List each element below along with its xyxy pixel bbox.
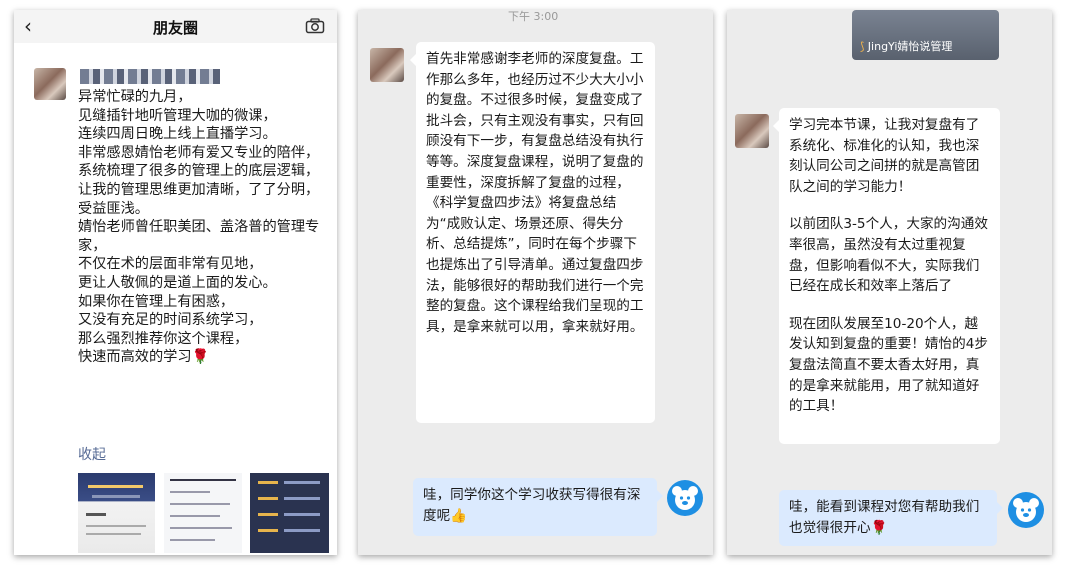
card-caption: ⟆ JingYi婧怡说管理	[860, 38, 952, 54]
post-line: 异常忙碌的九月，	[78, 89, 192, 105]
chat-panel-right: ⟆ JingYi婧怡说管理 学习完本节课，让我对复盘有了系统化、标准化的认知，我…	[727, 10, 1052, 555]
post-line: 不仅在术的层面非常有见地，	[78, 256, 263, 273]
post-line: 更让人敬佩的是道上面的发心。	[78, 274, 277, 291]
post-line: 见缝插针地听管理大咖的微课，	[78, 107, 277, 124]
post-line: 连续四周日晚上线上直播学习。	[78, 126, 277, 143]
collapse-link[interactable]: 收起	[78, 444, 106, 464]
post-line: 受益匪浅。	[78, 200, 149, 217]
moments-top-bar: ‹ 朋友圈	[14, 10, 337, 43]
reply-message-bubble: 哇，能看到课程对您有帮助我们也觉得很开心🌹	[779, 490, 1003, 546]
post-image-2[interactable]	[164, 473, 242, 553]
card-caption-text: JingYi婧怡说管理	[867, 40, 953, 53]
chat-panel-middle: 下午 3:00 首先非常感谢李老师的深度复盘。工作那么多年，也经历过不少大大小小…	[358, 10, 713, 555]
author-name-blurred[interactable]	[80, 69, 220, 84]
post-line: 非常感恩婧怡老师有爱又专业的陪伴，	[78, 144, 320, 161]
post-text: 异常忙碌的九月， 见缝插针地听管理大咖的微课， 连续四周日晚上线上直播学习。 非常感恩…	[78, 88, 330, 367]
post-line: 如果你在管理上有困惑，	[78, 293, 235, 310]
post-image-1[interactable]	[78, 473, 155, 553]
brand-logo-icon: ⟆	[860, 40, 865, 53]
page-title: 朋友圈	[152, 19, 198, 37]
student-message-bubble: 首先非常感谢李老师的深度复盘。工作那么多年，也经历过不少大大小小的复盘。不过很多…	[410, 42, 655, 423]
student-avatar[interactable]	[735, 114, 769, 148]
post-line: 又没有充足的时间系统学习，	[78, 312, 263, 329]
shared-video-card[interactable]: ⟆ JingYi婧怡说管理	[852, 10, 999, 60]
post-line: 快速而高效的学习🌹	[78, 349, 210, 366]
post-image-3[interactable]	[250, 473, 329, 553]
student-avatar[interactable]	[370, 48, 404, 82]
reply-message-bubble: 哇，同学你这个学习收获写得很有深度呢👍	[413, 478, 663, 536]
bear-avatar-icon[interactable]	[667, 480, 703, 516]
student-message-bubble: 学习完本节课，让我对复盘有了系统化、标准化的认知，我也深刻认同公司之间拼的就是高…	[773, 108, 1000, 444]
message-paragraph: 以前团队3-5个人，大家的沟通效率很高，虽然没有太过重视复盘，但影响看似不大，实…	[789, 216, 988, 295]
message-paragraph: 现在团队发展至10-20个人，越发认知到复盘的重要！婧怡的4步复盘法简直不要太香…	[789, 315, 988, 415]
post-line: 婧怡老师曾任职美团、盖洛普的管理专家，	[78, 219, 320, 254]
post-line: 系统梳理了很多的管理上的底层逻辑，	[78, 163, 320, 180]
post-line: 让我的管理思维更加清晰，了了分明，	[78, 181, 320, 198]
post-line: 那么强烈推荐你这个课程，	[78, 330, 249, 347]
moments-panel: ‹ 朋友圈 异常忙碌的九月， 见缝插针地听管理大咖的微课， 连续四周日晚上线上直播学…	[14, 10, 337, 555]
bear-avatar-icon[interactable]	[1008, 492, 1044, 528]
message-paragraph: 学习完本节课，让我对复盘有了系统化、标准化的认知，我也深刻认同公司之间拼的就是高…	[789, 117, 980, 195]
author-avatar[interactable]	[34, 68, 66, 100]
camera-icon[interactable]	[305, 18, 325, 38]
chat-timestamp: 下午 3:00	[508, 10, 559, 23]
